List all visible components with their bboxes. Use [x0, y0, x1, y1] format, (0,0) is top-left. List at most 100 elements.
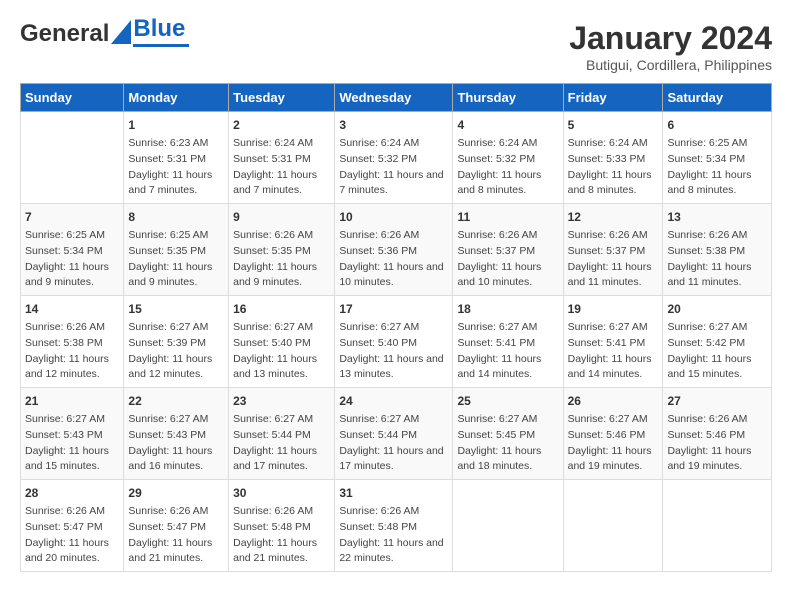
calendar-cell [453, 480, 563, 572]
day-info: Sunrise: 6:25 AMSunset: 5:34 PMDaylight:… [667, 136, 767, 199]
day-info: Sunrise: 6:26 AMSunset: 5:46 PMDaylight:… [667, 412, 767, 475]
day-info: Sunrise: 6:27 AMSunset: 5:42 PMDaylight:… [667, 320, 767, 383]
day-info: Sunrise: 6:27 AMSunset: 5:45 PMDaylight:… [457, 412, 558, 475]
day-info: Sunrise: 6:27 AMSunset: 5:39 PMDaylight:… [128, 320, 224, 383]
calendar-cell: 20 Sunrise: 6:27 AMSunset: 5:42 PMDayligh… [663, 296, 772, 388]
calendar-week-row: 7Sunrise: 6:25 AMSunset: 5:34 PMDaylight… [21, 204, 772, 296]
day-info: Sunrise: 6:24 AMSunset: 5:31 PMDaylight:… [233, 136, 330, 199]
day-number: 11 [457, 208, 558, 226]
day-number: 21 [25, 392, 119, 410]
day-number: 19 [568, 300, 659, 318]
calendar-cell: 2Sunrise: 6:24 AMSunset: 5:31 PMDaylight… [229, 112, 335, 204]
day-number: 12 [568, 208, 659, 226]
weekday-header: Friday [563, 84, 663, 112]
day-info: Sunrise: 6:27 AMSunset: 5:40 PMDaylight:… [233, 320, 330, 383]
day-number: 10 [339, 208, 448, 226]
calendar-cell: 16Sunrise: 6:27 AMSunset: 5:40 PMDayligh… [229, 296, 335, 388]
day-info: Sunrise: 6:24 AMSunset: 5:32 PMDaylight:… [339, 136, 448, 199]
calendar-cell: 10Sunrise: 6:26 AMSunset: 5:36 PMDayligh… [335, 204, 453, 296]
calendar-cell: 9Sunrise: 6:26 AMSunset: 5:35 PMDaylight… [229, 204, 335, 296]
day-number: 15 [128, 300, 224, 318]
day-info: Sunrise: 6:26 AMSunset: 5:38 PMDaylight:… [667, 228, 767, 291]
weekday-header: Thursday [453, 84, 563, 112]
day-number: 31 [339, 484, 448, 502]
day-number: 17 [339, 300, 448, 318]
day-info: Sunrise: 6:27 AMSunset: 5:46 PMDaylight:… [568, 412, 659, 475]
calendar-cell: 24 Sunrise: 6:27 AMSunset: 5:44 PMDayligh… [335, 388, 453, 480]
calendar-cell: 8 Sunrise: 6:25 AMSunset: 5:35 PMDaylight… [124, 204, 229, 296]
day-info: Sunrise: 6:25 AMSunset: 5:35 PMDaylight:… [128, 228, 224, 291]
calendar-cell: 7Sunrise: 6:25 AMSunset: 5:34 PMDaylight… [21, 204, 124, 296]
calendar-week-row: 28Sunrise: 6:26 AMSunset: 5:47 PMDayligh… [21, 480, 772, 572]
calendar-cell: 1 Sunrise: 6:23 AMSunset: 5:31 PMDaylight… [124, 112, 229, 204]
calendar-cell: 11 Sunrise: 6:26 AMSunset: 5:37 PMDayligh… [453, 204, 563, 296]
page-subtitle: Butigui, Cordillera, Philippines [569, 57, 772, 73]
calendar-table: SundayMondayTuesdayWednesdayThursdayFrid… [20, 83, 772, 572]
calendar-week-row: 1 Sunrise: 6:23 AMSunset: 5:31 PMDaylight… [21, 112, 772, 204]
calendar-cell [21, 112, 124, 204]
calendar-cell: 21 Sunrise: 6:27 AMSunset: 5:43 PMDayligh… [21, 388, 124, 480]
day-info: Sunrise: 6:26 AMSunset: 5:47 PMDaylight:… [128, 504, 224, 567]
day-info: Sunrise: 6:26 AMSunset: 5:37 PMDaylight:… [457, 228, 558, 291]
day-info: Sunrise: 6:23 AMSunset: 5:31 PMDaylight:… [128, 136, 224, 199]
day-info: Sunrise: 6:27 AMSunset: 5:41 PMDaylight:… [568, 320, 659, 383]
day-info: Sunrise: 6:27 AMSunset: 5:43 PMDaylight:… [25, 412, 119, 475]
calendar-cell: 14 Sunrise: 6:26 AMSunset: 5:38 PMDayligh… [21, 296, 124, 388]
day-info: Sunrise: 6:27 AMSunset: 5:44 PMDaylight:… [339, 412, 448, 475]
calendar-cell: 26 Sunrise: 6:27 AMSunset: 5:46 PMDayligh… [563, 388, 663, 480]
weekday-header: Tuesday [229, 84, 335, 112]
weekday-header: Wednesday [335, 84, 453, 112]
day-number: 4 [457, 116, 558, 134]
day-number: 22 [128, 392, 224, 410]
page-header: General Blue January 2024 Butigui, Cordi… [20, 20, 772, 73]
day-number: 1 [128, 116, 224, 134]
day-number: 23 [233, 392, 330, 410]
title-block: January 2024 Butigui, Cordillera, Philip… [569, 20, 772, 73]
calendar-cell: 19 Sunrise: 6:27 AMSunset: 5:41 PMDayligh… [563, 296, 663, 388]
day-number: 24 [339, 392, 448, 410]
day-number: 20 [667, 300, 767, 318]
weekday-header: Saturday [663, 84, 772, 112]
calendar-cell: 23 Sunrise: 6:27 AMSunset: 5:44 PMDayligh… [229, 388, 335, 480]
day-info: Sunrise: 6:27 AMSunset: 5:41 PMDaylight:… [457, 320, 558, 383]
logo: General Blue [20, 20, 189, 48]
calendar-cell: 27 Sunrise: 6:26 AMSunset: 5:46 PMDayligh… [663, 388, 772, 480]
day-number: 30 [233, 484, 330, 502]
calendar-cell: 25 Sunrise: 6:27 AMSunset: 5:45 PMDayligh… [453, 388, 563, 480]
day-number: 8 [128, 208, 224, 226]
page-title: January 2024 [569, 20, 772, 57]
calendar-cell: 6Sunrise: 6:25 AMSunset: 5:34 PMDaylight… [663, 112, 772, 204]
calendar-cell: 5 Sunrise: 6:24 AMSunset: 5:33 PMDaylight… [563, 112, 663, 204]
day-number: 7 [25, 208, 119, 226]
day-info: Sunrise: 6:24 AMSunset: 5:32 PMDaylight:… [457, 136, 558, 199]
calendar-cell: 17 Sunrise: 6:27 AMSunset: 5:40 PMDayligh… [335, 296, 453, 388]
calendar-cell: 28Sunrise: 6:26 AMSunset: 5:47 PMDayligh… [21, 480, 124, 572]
calendar-cell: 31 Sunrise: 6:26 AMSunset: 5:48 PMDayligh… [335, 480, 453, 572]
day-info: Sunrise: 6:26 AMSunset: 5:48 PMDaylight:… [339, 504, 448, 567]
logo-blue: Blue [133, 15, 189, 43]
day-number: 9 [233, 208, 330, 226]
logo-general: General [20, 20, 109, 48]
weekday-header: Sunday [21, 84, 124, 112]
logo-underline [133, 44, 189, 47]
day-info: Sunrise: 6:27 AMSunset: 5:44 PMDaylight:… [233, 412, 330, 475]
day-info: Sunrise: 6:26 AMSunset: 5:37 PMDaylight:… [568, 228, 659, 291]
calendar-cell [663, 480, 772, 572]
day-info: Sunrise: 6:27 AMSunset: 5:40 PMDaylight:… [339, 320, 448, 383]
weekday-header-row: SundayMondayTuesdayWednesdayThursdayFrid… [21, 84, 772, 112]
calendar-week-row: 14 Sunrise: 6:26 AMSunset: 5:38 PMDayligh… [21, 296, 772, 388]
day-number: 25 [457, 392, 558, 410]
day-number: 26 [568, 392, 659, 410]
calendar-cell: 22Sunrise: 6:27 AMSunset: 5:43 PMDayligh… [124, 388, 229, 480]
day-number: 5 [568, 116, 659, 134]
day-number: 27 [667, 392, 767, 410]
logo-triangle-icon [111, 20, 131, 44]
day-info: Sunrise: 6:24 AMSunset: 5:33 PMDaylight:… [568, 136, 659, 199]
calendar-cell: 29Sunrise: 6:26 AMSunset: 5:47 PMDayligh… [124, 480, 229, 572]
day-number: 14 [25, 300, 119, 318]
calendar-cell: 30Sunrise: 6:26 AMSunset: 5:48 PMDayligh… [229, 480, 335, 572]
calendar-cell: 18 Sunrise: 6:27 AMSunset: 5:41 PMDayligh… [453, 296, 563, 388]
day-number: 18 [457, 300, 558, 318]
day-info: Sunrise: 6:26 AMSunset: 5:38 PMDaylight:… [25, 320, 119, 383]
calendar-cell: 12 Sunrise: 6:26 AMSunset: 5:37 PMDayligh… [563, 204, 663, 296]
